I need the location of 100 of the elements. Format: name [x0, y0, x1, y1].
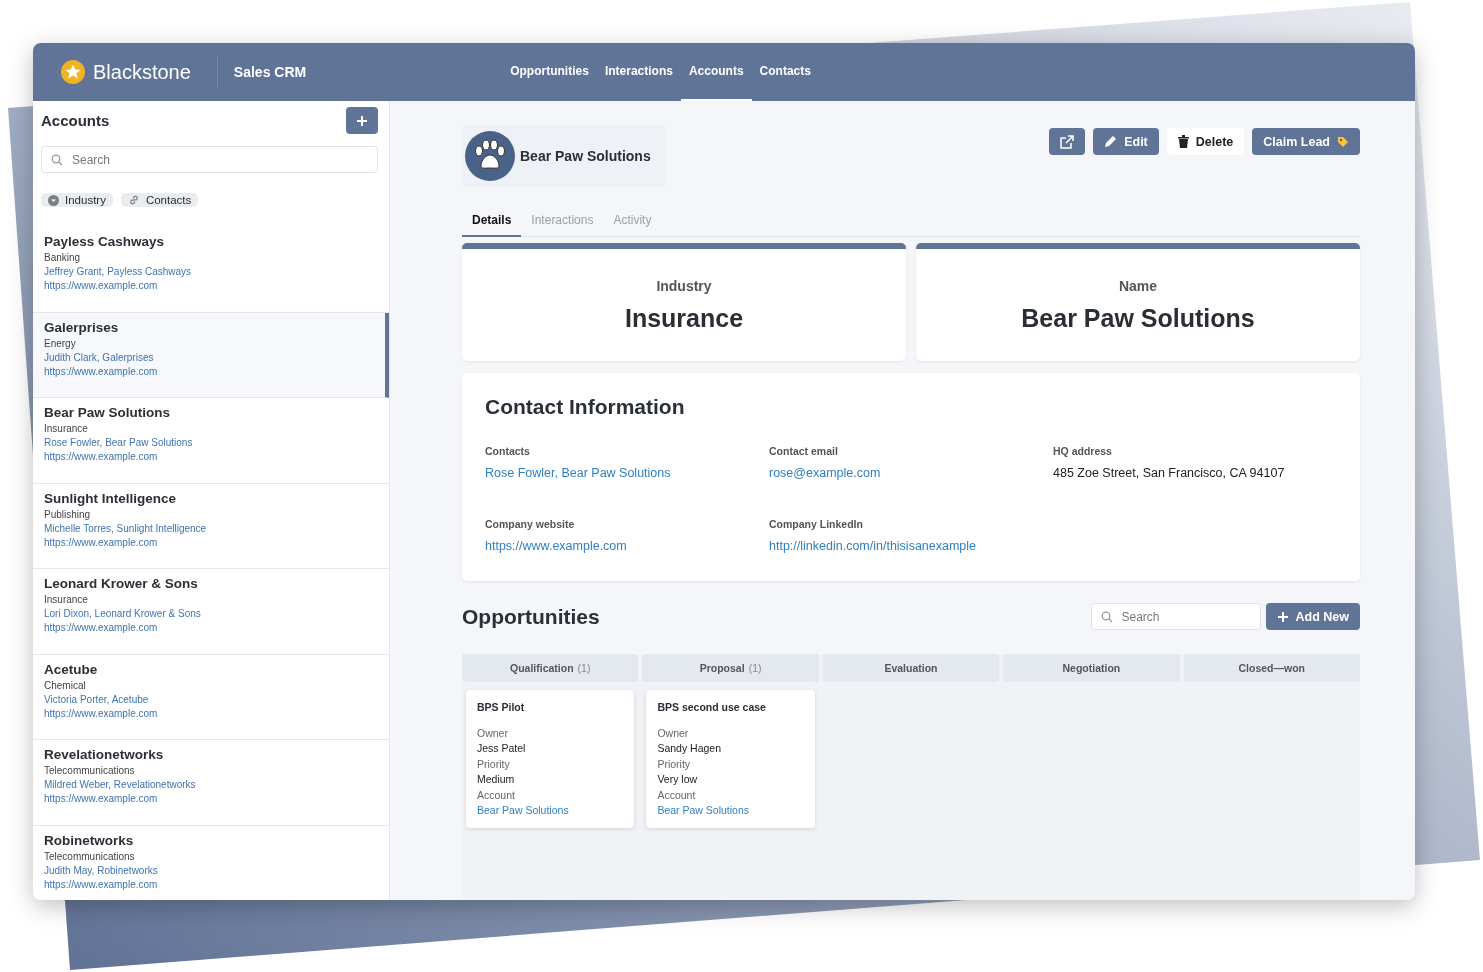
card-label: Priority [657, 758, 691, 770]
field-value: 485 Zoe Street, San Francisco, CA 94107 [1053, 466, 1285, 480]
tag-icon [1337, 135, 1349, 148]
website-link[interactable]: https://www.example.com [44, 878, 158, 890]
contact-link[interactable]: Judith Clark, Galerprises [44, 351, 154, 363]
card-label: Priority [477, 758, 510, 770]
account-list-item[interactable]: Sunlight Intelligence Publishing Michelle Torres, Sunlight Intelligence https://www.example.com [33, 483, 389, 569]
column-count: (1) [577, 662, 591, 674]
account-name: Acetube [44, 661, 98, 677]
account-name: Galerprises [44, 319, 119, 335]
website-link[interactable]: https://www.example.com [44, 365, 158, 377]
contact-link[interactable]: Rose Fowler, Bear Paw Solutions [44, 437, 193, 448]
account-list-item[interactable]: Galerprises Energy Judith Clark, Galerprises https://www.example.com [33, 312, 389, 398]
column-name: Negotiation [1062, 662, 1121, 674]
app-name: Sales CRM [233, 64, 307, 80]
pencil-icon [1104, 135, 1118, 148]
account-link[interactable]: Bear Paw Solutions [657, 804, 750, 816]
account-industry: Insurance [44, 594, 88, 605]
account-industry: Telecommunications [44, 850, 135, 862]
external-link-icon [1060, 134, 1075, 149]
website-link[interactable]: https://www.example.com [44, 707, 158, 719]
brand-name: Blackstone [93, 60, 191, 84]
card-value: Very low [657, 773, 698, 785]
field-label: Contact email [769, 445, 838, 457]
card-label: Account [657, 789, 696, 801]
card-label: Owner [657, 727, 689, 739]
account-name: Leonard Krower & Sons [44, 576, 198, 591]
star-logo-icon [61, 60, 85, 84]
section-title: Contact Information [485, 395, 686, 419]
account-list-item[interactable]: Acetube Chemical Victoria Porter, Acetube https://www.example.com [33, 654, 389, 740]
nav-tab[interactable]: Interactions [596, 43, 681, 101]
column-name: Qualification [509, 662, 574, 674]
contact-link[interactable]: Jeffrey Grant, Payless Cashways [44, 266, 192, 277]
website-link[interactable]: https://www.example.com [44, 793, 158, 804]
filter-chip[interactable]: Contacts [120, 193, 199, 207]
field-label: Company website [485, 518, 575, 530]
nav-tab[interactable]: Opportunities [502, 43, 597, 101]
account-name: Sunlight Intelligence [44, 490, 176, 506]
contact-link[interactable]: Mildred Weber, Revelationetworks [44, 779, 196, 790]
add-new-button[interactable]: Add New [1265, 603, 1360, 630]
claim-button[interactable]: Claim Lead [1252, 128, 1360, 155]
field-link[interactable]: https://www.example.com [485, 539, 627, 553]
edit-button[interactable]: Edit [1093, 128, 1159, 155]
opportunity-card[interactable]: BPS second use case Owner Sandy Hagen Priority Very low Account Bear Paw Solutions [646, 690, 815, 828]
account-industry: Chemical [44, 679, 86, 691]
stat-label: Industry [656, 277, 712, 294]
account-list-item[interactable]: Bear Paw Solutions Insurance Rose Fowler, Bear Paw Solutions https://www.example.com [33, 398, 389, 484]
plus-icon [356, 114, 368, 127]
card-title: BPS second use case [657, 701, 766, 713]
account-list-item[interactable]: Payless Cashways Banking Jeffrey Grant, Payless Cashways https://www.example.com [33, 227, 389, 313]
account-list-item[interactable]: Revelationetworks Telecommunications Mildred Weber, Revelationetworks https://www.example.com [33, 740, 389, 826]
field-label: Contacts [485, 445, 530, 457]
account-title: Bear Paw Solutions [520, 148, 651, 164]
stat-label: Name [1118, 277, 1158, 294]
section-title: Opportunities [462, 604, 600, 629]
contact-link[interactable]: Victoria Porter, Acetube [44, 693, 149, 705]
website-link[interactable]: https://www.example.com [44, 451, 158, 462]
account-industry: Publishing [44, 508, 91, 520]
nav-tab[interactable]: Accounts [680, 43, 752, 101]
contact-link[interactable]: Lori Dixon, Leonard Krower & Sons [44, 608, 201, 619]
field-link[interactable]: Rose Fowler, Bear Paw Solutions [485, 466, 671, 480]
card-label: Owner [477, 727, 508, 739]
trash-icon [1177, 135, 1189, 148]
account-name: Revelationetworks [44, 747, 164, 762]
column-name: Proposal [699, 662, 745, 674]
field-label: Company LinkedIn [769, 518, 863, 530]
field-link[interactable]: http://linkedin.com/in/thisisanexample [769, 539, 977, 553]
column-name: Closed—won [1238, 662, 1306, 674]
card-title: BPS Pilot [477, 701, 525, 713]
opportunity-card[interactable]: BPS Pilot Owner Jess Patel Priority Medium Account Bear Paw Solutions [466, 690, 635, 828]
account-name: Bear Paw Solutions [44, 405, 171, 420]
account-list-item[interactable]: Robinetworks Telecommunications Judith May, Robinetworks https://www.example.com [33, 825, 389, 900]
field-label: HQ address [1053, 445, 1112, 457]
account-industry: Banking [44, 252, 81, 263]
contact-link[interactable]: Michelle Torres, Sunlight Intelligence [44, 522, 207, 534]
nav-tab[interactable]: Contacts [751, 43, 819, 101]
open-button[interactable] [1049, 128, 1086, 155]
dropdown-icon [48, 194, 59, 206]
paw-avatar-icon [465, 131, 515, 181]
plus-icon [1276, 610, 1289, 623]
account-link[interactable]: Bear Paw Solutions [477, 804, 569, 816]
website-link[interactable]: https://www.example.com [44, 280, 158, 291]
account-name: Payless Cashways [44, 234, 165, 249]
filter-chip[interactable]: Industry [41, 193, 113, 207]
account-name: Robinetworks [44, 832, 134, 848]
search-field[interactable]: Search [41, 146, 378, 173]
card-label: Account [477, 789, 515, 801]
card-value: Medium [477, 773, 515, 785]
search-field[interactable]: Search [1090, 603, 1261, 630]
delete-button[interactable]: Delete [1166, 128, 1245, 155]
account-industry: Insurance [44, 423, 88, 434]
website-link[interactable]: https://www.example.com [44, 622, 158, 633]
column-name: Evaluation [884, 662, 938, 674]
detail-tab[interactable]: Details [462, 207, 522, 237]
field-link[interactable]: rose@example.com [769, 466, 881, 480]
contact-link[interactable]: Judith May, Robinetworks [44, 864, 158, 876]
account-industry: Telecommunications [44, 765, 135, 776]
account-list-item[interactable]: Leonard Krower & Sons Insurance Lori Dixon, Leonard Krower & Sons https://www.example.com [33, 569, 389, 655]
website-link[interactable]: https://www.example.com [44, 536, 158, 548]
add-account-button[interactable] [346, 107, 378, 134]
